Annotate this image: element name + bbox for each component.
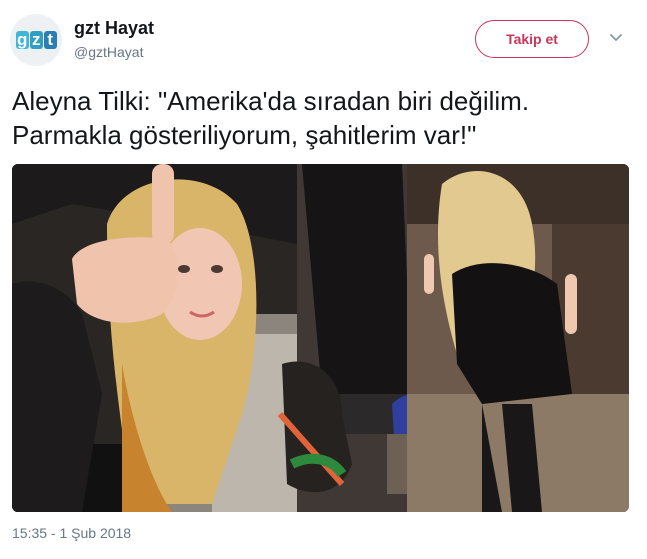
tweet-timestamp[interactable]: 15:35 - 1 Şub 2018 <box>12 525 131 541</box>
tweet-text: Aleyna Tilki: "Amerika'da sıradan biri d… <box>12 84 637 152</box>
tweet-card: g z t gzt Hayat @gztHayat Takip et Aleyn… <box>0 0 647 559</box>
tweet-header: g z t gzt Hayat @gztHayat Takip et <box>0 0 647 70</box>
tweet-photo[interactable] <box>12 164 629 512</box>
avatar-logo-letter: z <box>29 31 43 49</box>
follow-button[interactable]: Takip et <box>475 20 589 58</box>
avatar-logo-letter: t <box>43 31 57 49</box>
avatar[interactable]: g z t <box>10 14 62 66</box>
chevron-down-icon[interactable] <box>608 30 624 46</box>
avatar-logo-letter: g <box>15 30 29 49</box>
tweet-text-line: Aleyna Tilki: "Amerika'da sıradan biri d… <box>12 86 530 116</box>
photo-collage <box>12 164 629 512</box>
display-name[interactable]: gzt Hayat <box>74 18 154 39</box>
avatar-logo: g z t <box>15 30 57 49</box>
screen-name[interactable]: @gztHayat <box>74 44 143 60</box>
tweet-text-line: Parmakla gösteriliyorum, şahitlerim var!… <box>12 120 477 150</box>
